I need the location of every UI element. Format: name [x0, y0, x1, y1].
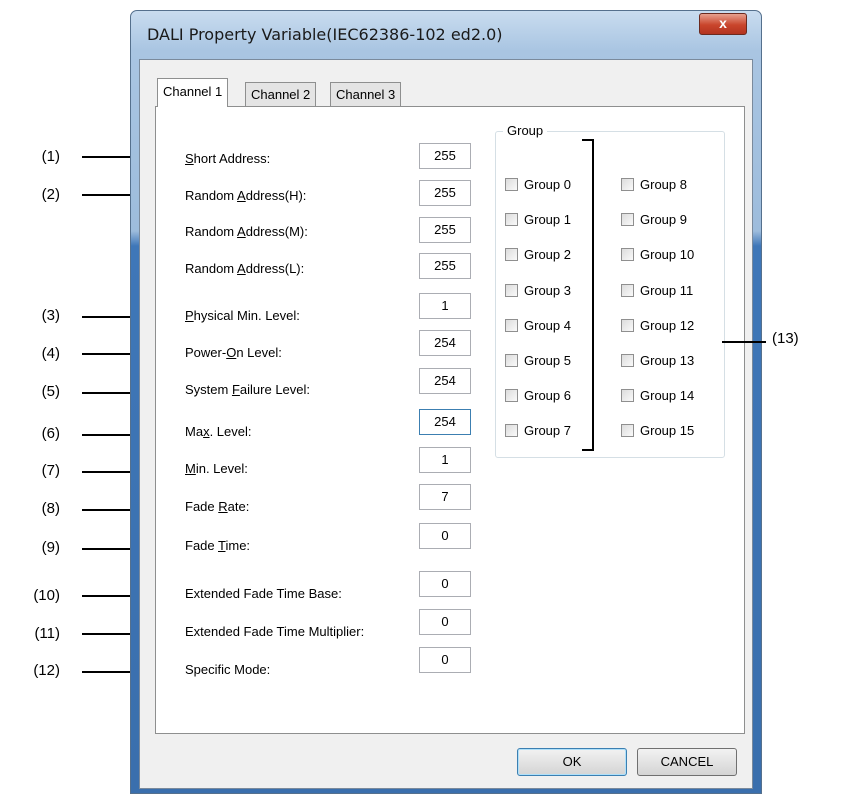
- group-1-checkbox[interactable]: Group 1: [505, 212, 571, 227]
- group-15-checkbox[interactable]: Group 15: [621, 423, 694, 438]
- min-level-field[interactable]: 1: [419, 447, 471, 473]
- group-11-checkbox[interactable]: Group 11: [621, 283, 693, 298]
- checkbox-box-icon: [621, 178, 634, 191]
- anno-1: (1): [41, 148, 60, 165]
- specific-mode-label: Specific Mode:: [185, 662, 271, 677]
- checkbox-box-icon: [505, 178, 518, 191]
- max-level-label: Max. Level:: [185, 424, 252, 439]
- anno-2: (2): [41, 186, 60, 203]
- physical-min-level-field[interactable]: 1: [419, 293, 471, 319]
- group-14-checkbox[interactable]: Group 14: [621, 388, 694, 403]
- physical-min-level-label: Physical Min. Level:: [185, 308, 300, 323]
- group-10-checkbox[interactable]: Group 10: [621, 247, 694, 262]
- anno-12: (12): [33, 662, 60, 679]
- checkbox-box-icon: [621, 354, 634, 367]
- extended-fade-time-base-field[interactable]: 0: [419, 571, 471, 597]
- random-address-h-field[interactable]: 255: [419, 180, 471, 206]
- checkbox-box-icon: [505, 284, 518, 297]
- random-address-l-label: Random Address(L):: [185, 261, 305, 276]
- anno-9: (9): [41, 539, 60, 556]
- short-address-label: Short Address:: [185, 151, 271, 166]
- specific-mode-field[interactable]: 0: [419, 647, 471, 673]
- extended-fade-time-base-label: Extended Fade Time Base:: [185, 586, 342, 601]
- dialog-window: DALI Property Variable(IEC62386-102 ed2.…: [130, 10, 762, 794]
- group-8-checkbox[interactable]: Group 8: [621, 177, 687, 192]
- group-legend: Group: [503, 123, 548, 138]
- power-on-level-label: Power-On Level:: [185, 345, 282, 360]
- anno-3: (3): [41, 307, 60, 324]
- random-address-l-field[interactable]: 255: [419, 253, 471, 279]
- fade-time-label: Fade Time:: [185, 538, 251, 553]
- checkbox-box-icon: [505, 248, 518, 261]
- anno-13: (13): [772, 330, 799, 347]
- tab-channel-1[interactable]: Channel 1: [157, 78, 229, 107]
- checkbox-box-icon: [621, 248, 634, 261]
- anno-5: (5): [41, 383, 60, 400]
- checkbox-box-icon: [621, 389, 634, 402]
- anno-11: (11): [34, 625, 60, 642]
- checkbox-box-icon: [505, 213, 518, 226]
- checkbox-box-icon: [505, 389, 518, 402]
- channel-panel: Short Address: 255 Random Address(H): 25…: [155, 106, 745, 734]
- min-level-label: Min. Level:: [185, 461, 248, 476]
- window-title: DALI Property Variable(IEC62386-102 ed2.…: [147, 25, 503, 44]
- ok-button[interactable]: OK: [517, 748, 627, 776]
- checkbox-box-icon: [621, 284, 634, 297]
- checkbox-box-icon: [621, 213, 634, 226]
- anno-7: (7): [41, 462, 60, 479]
- fade-rate-label: Fade Rate:: [185, 499, 250, 514]
- group-3-checkbox[interactable]: Group 3: [505, 283, 571, 298]
- anno-4: (4): [41, 345, 60, 362]
- tab-channel-3[interactable]: Channel 3: [330, 82, 402, 106]
- random-address-m-label: Random Address(M):: [185, 224, 308, 239]
- random-address-m-field[interactable]: 255: [419, 217, 471, 243]
- anno-10: (10): [33, 587, 60, 604]
- extended-fade-time-multiplier-field[interactable]: 0: [419, 609, 471, 635]
- anno-6: (6): [41, 425, 60, 442]
- fade-time-field[interactable]: 0: [419, 523, 471, 549]
- group-6-checkbox[interactable]: Group 6: [505, 388, 571, 403]
- checkbox-box-icon: [505, 319, 518, 332]
- group-0-checkbox[interactable]: Group 0: [505, 177, 571, 192]
- checkbox-box-icon: [505, 354, 518, 367]
- system-failure-level-label: System Failure Level:: [185, 382, 311, 397]
- dialog-client: Channel 1 Channel 2 Channel 3 Short Addr…: [139, 59, 753, 789]
- group-13-checkbox[interactable]: Group 13: [621, 353, 694, 368]
- fade-rate-field[interactable]: 7: [419, 484, 471, 510]
- tab-channel-2[interactable]: Channel 2: [245, 82, 317, 106]
- group-2-checkbox[interactable]: Group 2: [505, 247, 571, 262]
- checkbox-box-icon: [621, 319, 634, 332]
- cancel-button[interactable]: CANCEL: [637, 748, 737, 776]
- max-level-field[interactable]: 254: [419, 409, 471, 435]
- group-9-checkbox[interactable]: Group 9: [621, 212, 687, 227]
- power-on-level-field[interactable]: 254: [419, 330, 471, 356]
- random-address-h-label: Random Address(H):: [185, 188, 307, 203]
- anno-8: (8): [41, 500, 60, 517]
- group-12-checkbox[interactable]: Group 12: [621, 318, 694, 333]
- short-address-field[interactable]: 255: [419, 143, 471, 169]
- group-bracket: [582, 139, 594, 451]
- extended-fade-time-multiplier-label: Extended Fade Time Multiplier:: [185, 624, 365, 639]
- group-5-checkbox[interactable]: Group 5: [505, 353, 571, 368]
- group-annotation-line: [722, 341, 766, 343]
- system-failure-level-field[interactable]: 254: [419, 368, 471, 394]
- group-7-checkbox[interactable]: Group 7: [505, 423, 571, 438]
- checkbox-box-icon: [505, 424, 518, 437]
- close-button[interactable]: x: [699, 13, 747, 35]
- checkbox-box-icon: [621, 424, 634, 437]
- group-4-checkbox[interactable]: Group 4: [505, 318, 571, 333]
